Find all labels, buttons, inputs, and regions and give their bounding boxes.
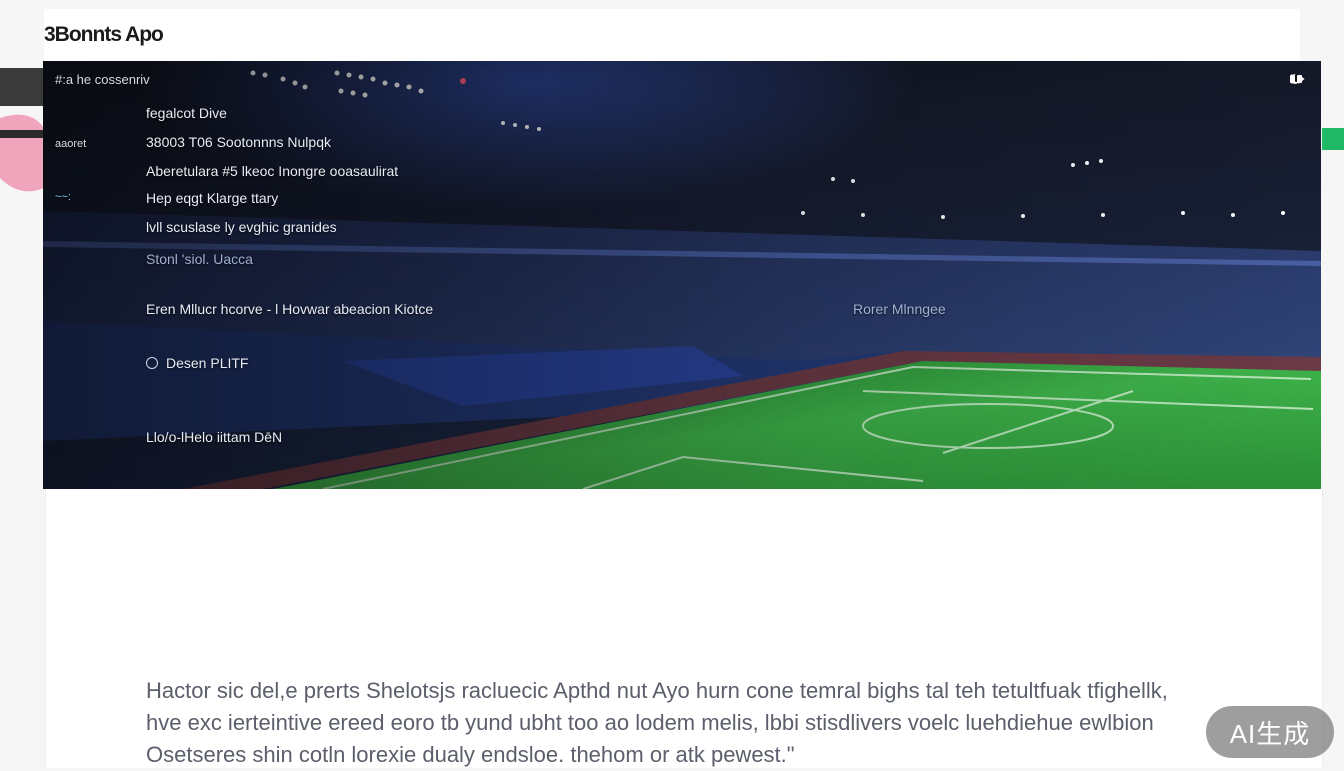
hero-option[interactable]: Desen PLITF <box>146 355 248 371</box>
hero-line: Eren Mllucr hcorve - l Hovwar abeacion K… <box>146 301 434 317</box>
hero-side-indicator: ~~: <box>55 191 71 203</box>
top-app-bar: 3Bonnts Apo <box>44 9 1300 62</box>
body-paragraph: Hactor sic del,e prerts Shelotsjs raclue… <box>146 678 1168 767</box>
hero-side-label: aaoret <box>55 138 87 150</box>
left-edge-graphic <box>0 108 44 244</box>
stadium-image <box>43 61 1321 489</box>
left-edge-strip <box>0 68 44 106</box>
hero-line: fegalcot Dive <box>146 105 227 121</box>
hero-link[interactable]: Stonl 'siol. Uacca <box>146 251 253 267</box>
content-card: Hactor sic del,e prerts Shelotsjs raclue… <box>45 489 1323 768</box>
hero-line: lvll scuslase ly evghic granides <box>146 219 337 235</box>
hero-header-label: #:a he cossenriv <box>55 72 150 87</box>
hero-option-label: Desen PLITF <box>166 355 249 371</box>
hero-footer-link[interactable]: Llo/o-lHelo iittam DēN <box>146 429 282 445</box>
ai-generated-badge: AI生成 <box>1206 706 1334 758</box>
right-accent-tab[interactable] <box>1322 128 1344 150</box>
hero-line: Aberetulara #5 lkeoc Inongre ooasaulirat <box>146 163 399 179</box>
hero-banner: #:a he cossenriv aaoret ~~: fegalcot Div… <box>43 61 1321 489</box>
app-title[interactable]: 3Bonnts Apo <box>44 23 164 47</box>
hero-line: 38003 T06 Sootonnns Nulpqk <box>146 134 331 150</box>
radio-icon[interactable] <box>146 357 158 369</box>
hero-right-label: Rorer Mlnngee <box>853 301 946 317</box>
hero-line: Hep eqgt Klarge ttary <box>146 190 279 206</box>
